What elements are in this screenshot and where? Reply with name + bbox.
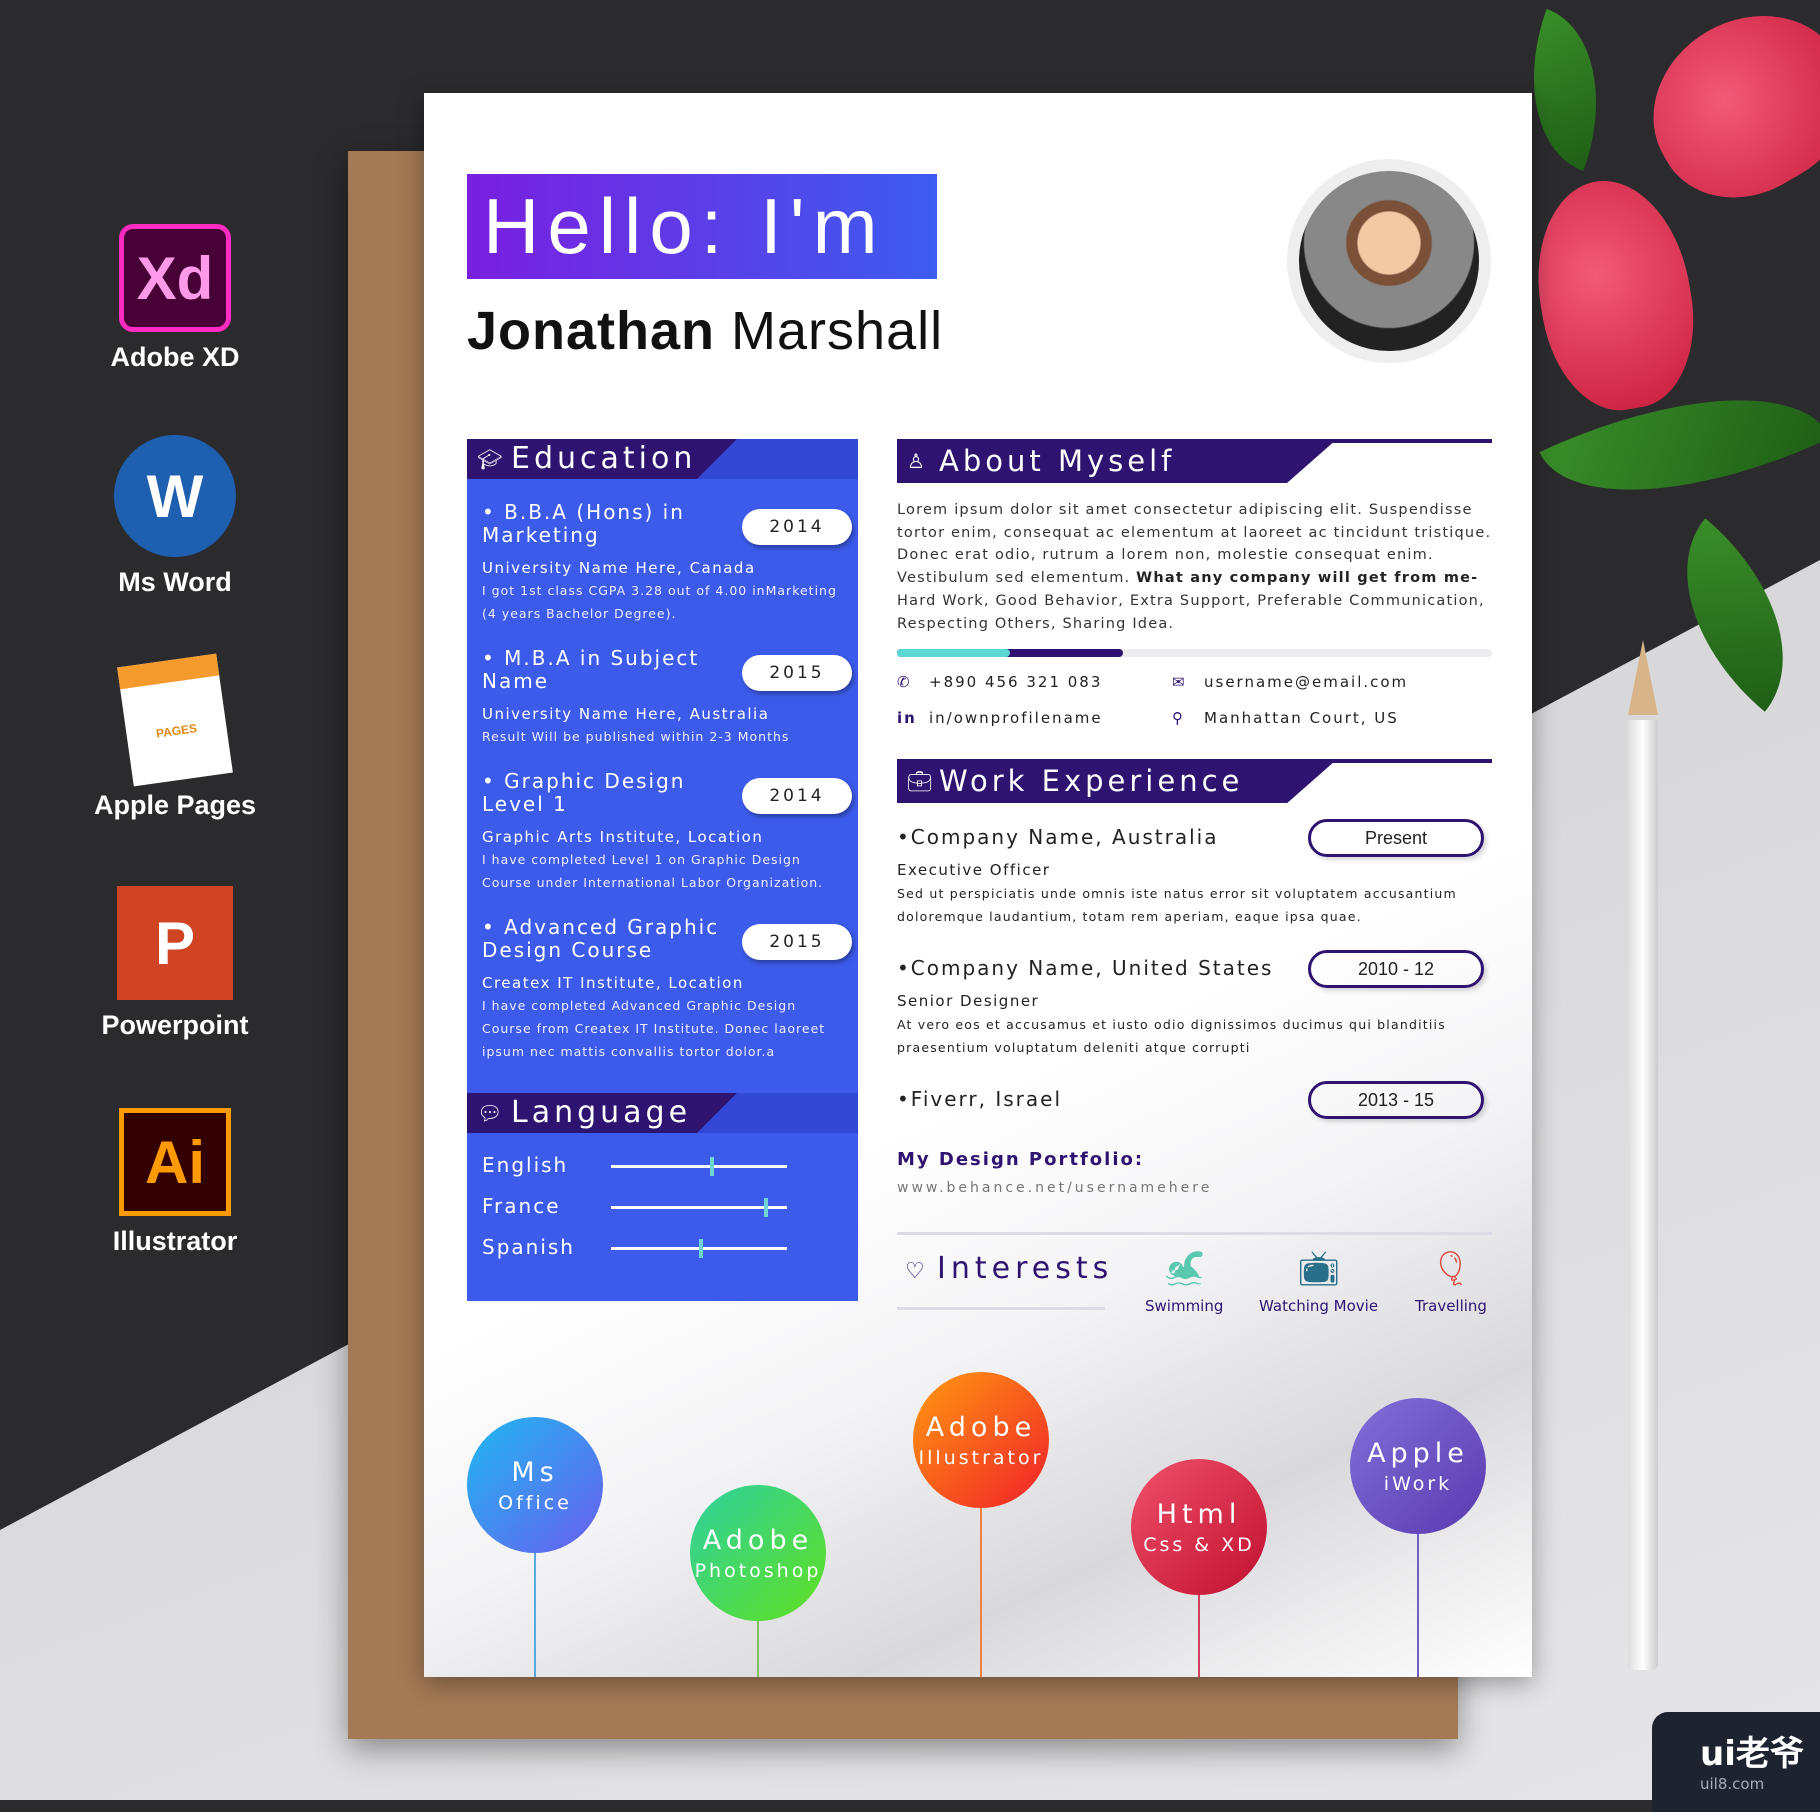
- slider-knob: [709, 1157, 714, 1176]
- profile-photo: [1299, 171, 1479, 351]
- right-column: ♙ About Myself Lorem ipsum dolor sit amet…: [897, 439, 1492, 1322]
- speech-bubble-icon: 💬︎: [477, 1101, 507, 1125]
- year-badge: 2014: [742, 509, 852, 545]
- skill-stem: [980, 1508, 982, 1677]
- briefcase-icon: 💼︎: [907, 769, 933, 794]
- skill-bubble: Ms Office: [467, 1417, 603, 1553]
- phone-icon: ✆: [897, 673, 912, 692]
- heart-icon: ♡: [905, 1259, 925, 1285]
- year-badge: 2015: [742, 655, 852, 691]
- graduation-cap-icon: 🎓︎: [477, 447, 507, 471]
- tv-icon: 📺︎: [1296, 1249, 1341, 1290]
- language-level-slider: [611, 1239, 787, 1258]
- full-name: Jonathan Marshall: [467, 301, 944, 361]
- illustrator-icon: Ai: [119, 1108, 231, 1216]
- language-level-slider: [611, 1198, 787, 1217]
- date-badge: 2010 - 12: [1308, 950, 1484, 989]
- apple-pages-icon: PAGES: [117, 653, 233, 787]
- interest-movie: 📺︎ Watching Movie: [1259, 1249, 1379, 1316]
- education-header: 🎓︎ Education: [467, 439, 737, 479]
- pencil-tip: [1628, 640, 1658, 715]
- app-illustrator: Ai Illustrator: [80, 1108, 270, 1257]
- work-item: •Company Name, United States 2010 - 12 S…: [897, 950, 1492, 1059]
- work-header: 💼︎ Work Experience: [897, 759, 1492, 804]
- slider-knob: [764, 1198, 769, 1217]
- app-ms-word: W Ms Word: [80, 435, 270, 598]
- linkedin[interactable]: in in/ownprofilename: [897, 709, 1172, 727]
- skill-bubble: Html Css & XD: [1131, 1459, 1267, 1595]
- interests-section: ♡ Interests 🏊︎ Swimming 📺︎ Watching Movie …: [897, 1232, 1492, 1322]
- portfolio-link[interactable]: www.behance.net/usernamehere: [897, 1180, 1492, 1196]
- interest-travelling: 🎈︎ Travelling: [1415, 1249, 1487, 1316]
- portfolio-label: My Design Portfolio:: [897, 1149, 1145, 1171]
- language-item: English: [467, 1145, 858, 1186]
- email-icon: ✉: [1172, 673, 1187, 692]
- powerpoint-icon: P: [117, 886, 233, 1000]
- about-header: ♙ About Myself: [897, 439, 1492, 483]
- education-item: • Graphic Design Level 1 2014 Graphic Ar…: [467, 748, 858, 894]
- location-pin-icon: ⚲: [1172, 709, 1185, 728]
- language-item: France: [467, 1186, 858, 1227]
- tulip: [1620, 0, 1820, 229]
- language-item: Spanish: [467, 1227, 858, 1268]
- hello-banner: Hello: I'm: [467, 174, 937, 279]
- date-badge: 2013 - 15: [1308, 1081, 1484, 1120]
- skill-bubble: Adobe Illustrator: [913, 1372, 1049, 1508]
- swimming-icon: 🏊︎: [1162, 1249, 1206, 1290]
- education-item: • Advanced Graphic Design Course 2015 Cr…: [467, 894, 858, 1063]
- slider-knob: [699, 1239, 703, 1258]
- address: ⚲ Manhattan Court, US: [1172, 709, 1399, 728]
- language-header: 💬︎ Language: [467, 1093, 737, 1133]
- skill-stem: [757, 1621, 759, 1677]
- tulip: [1521, 168, 1709, 422]
- skill-bubble: Adobe Photoshop: [690, 1485, 826, 1621]
- hot-air-balloon-icon: 🎈︎: [1429, 1249, 1473, 1290]
- about-text: Lorem ipsum dolor sit amet consectetur a…: [897, 502, 1492, 632]
- avatar: [1287, 159, 1491, 363]
- date-badge: Present: [1308, 819, 1484, 858]
- person-icon: ♙: [907, 449, 925, 473]
- pencil: [1628, 720, 1658, 1670]
- education-panel: 🎓︎ Education • B.B.A (Hons) in Marketing …: [467, 439, 858, 1301]
- year-badge: 2015: [742, 924, 852, 960]
- app-adobe-xd: Xd Adobe XD: [80, 224, 270, 373]
- adobe-xd-icon: Xd: [119, 224, 231, 332]
- watermark: ui老爷 uil8.com: [1652, 1712, 1820, 1812]
- phone: ✆ +890 456 321 083: [897, 673, 1103, 692]
- interest-swimming: 🏊︎ Swimming: [1145, 1249, 1224, 1316]
- education-item: • B.B.A (Hons) in Marketing 2014 Univers…: [467, 479, 858, 625]
- skill-bubble: Apple iWork: [1350, 1398, 1486, 1534]
- skill-stem: [1198, 1595, 1200, 1677]
- profile-progress-bar: [897, 649, 1492, 658]
- language-level-slider: [611, 1157, 787, 1176]
- skill-stem: [534, 1553, 536, 1677]
- contact-info: ✆ +890 456 321 083 ✉ username@email.com in…: [897, 673, 1492, 727]
- work-item: •Company Name, Australia Present Executi…: [897, 819, 1492, 928]
- work-item: •Fiverr, Israel 2013 - 15: [897, 1081, 1492, 1120]
- skill-stem: [1417, 1534, 1419, 1677]
- ms-word-icon: W: [114, 435, 236, 557]
- app-apple-pages: PAGES Apple Pages: [80, 653, 270, 821]
- linkedin-icon: in: [897, 709, 917, 728]
- education-item: • M.B.A in Subject Name 2015 University …: [467, 625, 858, 748]
- email[interactable]: ✉ username@email.com: [1172, 673, 1492, 691]
- year-badge: 2014: [742, 778, 852, 814]
- app-powerpoint: P Powerpoint: [80, 886, 270, 1041]
